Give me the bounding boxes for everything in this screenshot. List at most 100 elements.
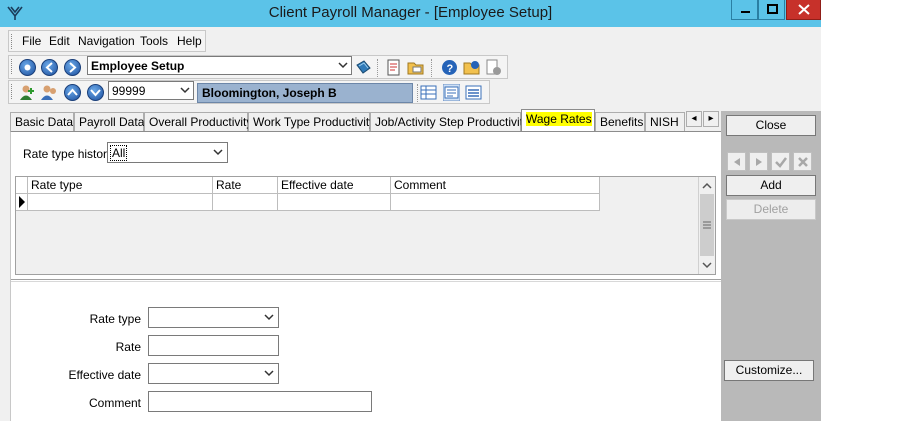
previous-button[interactable] (727, 152, 746, 171)
effective-date-select[interactable] (148, 363, 279, 384)
triangle-left-icon (734, 158, 740, 166)
grid-vertical-scrollbar[interactable] (698, 177, 715, 274)
chevron-left-icon: ◂ (691, 113, 697, 124)
tab-scroll-right-button[interactable]: ▸ (703, 111, 719, 127)
minimize-button[interactable] (731, 0, 758, 20)
grip-handle[interactable] (11, 84, 14, 99)
column-header-rate-type[interactable]: Rate type (28, 177, 213, 194)
tab-work-type-productivity[interactable]: Work Type Productivity (248, 112, 375, 132)
previous-record-button[interactable] (64, 84, 81, 101)
employee-id-value: 99999 (112, 84, 146, 98)
svg-text:?: ? (447, 63, 454, 75)
home-button[interactable] (19, 59, 36, 76)
rate-type-label: Rate type (89, 312, 141, 326)
rate-type-history-select[interactable]: All (107, 142, 228, 163)
report-icon[interactable] (385, 59, 402, 76)
rate-label: Rate (115, 340, 141, 354)
table-cell[interactable] (213, 194, 278, 211)
help-icon[interactable]: ? (441, 59, 458, 76)
maximize-button[interactable] (758, 0, 785, 20)
arrow-right-icon (69, 62, 77, 73)
comment-input[interactable] (148, 391, 372, 412)
add-button[interactable]: Add (726, 175, 816, 196)
rate-type-select[interactable] (148, 307, 279, 328)
current-row-arrow-icon (19, 196, 25, 208)
list-view-icon[interactable] (465, 84, 482, 101)
table-cell[interactable] (391, 194, 600, 211)
app-chrome: File Edit Navigation Tools Help Employee… (0, 27, 821, 111)
tab-scroll-left-button[interactable]: ◂ (686, 111, 702, 127)
delete-button[interactable]: Delete (726, 199, 816, 220)
form-view-icon[interactable] (443, 84, 460, 101)
cancel-button[interactable] (793, 152, 812, 171)
column-header-comment[interactable]: Comment (391, 177, 600, 194)
tab-job-activity-step-productivity[interactable]: Job/Activity Step Productivity (370, 112, 529, 132)
tab-payroll-data[interactable]: Payroll Data (74, 112, 144, 132)
minimize-icon (741, 11, 750, 13)
menu-bar: File Edit Navigation Tools Help (8, 30, 206, 52)
tab-benefits[interactable]: Benefits (595, 112, 645, 132)
toolbar-separator (417, 84, 418, 102)
tab-label: Payroll Data (79, 115, 145, 129)
tab-label: Work Type Productivity (253, 115, 376, 129)
maximize-icon (767, 4, 778, 14)
menu-file[interactable]: File (22, 34, 41, 48)
open-book-icon[interactable] (355, 59, 372, 76)
main-content: Basic Data Payroll Data Overall Producti… (0, 109, 722, 421)
chevron-down-icon[interactable] (700, 258, 714, 272)
add-employee-icon[interactable] (19, 84, 36, 101)
folder-help-icon[interactable] (463, 59, 480, 76)
next-record-button[interactable] (87, 84, 104, 101)
table-cell[interactable] (278, 194, 391, 211)
desktop-background (821, 0, 905, 421)
menu-navigation[interactable]: Navigation (78, 34, 135, 48)
tab-label: Job/Activity Step Productivity (375, 115, 530, 129)
save-button[interactable] (771, 152, 790, 171)
rate-input[interactable] (148, 335, 279, 356)
customize-button[interactable]: Customize... (724, 360, 814, 381)
menu-help[interactable]: Help (177, 34, 202, 48)
grip-handle[interactable] (11, 34, 14, 49)
next-button[interactable] (749, 152, 768, 171)
scrollbar-thumb[interactable] (700, 194, 714, 256)
back-button[interactable] (41, 59, 58, 76)
wage-rates-grid: Rate type Rate Effective date Comment (15, 176, 716, 275)
menu-tools[interactable]: Tools (140, 34, 168, 48)
chevron-down-icon (213, 149, 223, 156)
chevron-right-icon: ▸ (708, 113, 714, 124)
folder-icon[interactable] (407, 59, 424, 76)
arrow-down-icon (90, 89, 101, 97)
tab-label: Wage Rates (526, 112, 592, 126)
forward-button[interactable] (64, 59, 81, 76)
tab-nish[interactable]: NISH (645, 112, 685, 132)
column-header-effective-date[interactable]: Effective date (278, 177, 391, 194)
page-settings-icon[interactable] (485, 59, 502, 76)
menu-edit[interactable]: Edit (49, 34, 70, 48)
employee-group-icon[interactable] (41, 84, 58, 101)
close-icon (798, 4, 810, 15)
toolbar-separator (377, 59, 378, 77)
grip-handle[interactable] (11, 59, 14, 74)
column-header-rate[interactable]: Rate (213, 177, 278, 194)
screen-select-value: Employee Setup (91, 59, 185, 73)
grid-view-icon[interactable] (420, 84, 437, 101)
comment-label: Comment (88, 396, 141, 410)
close-button[interactable]: Close (726, 115, 816, 136)
checkmark-icon (775, 157, 787, 168)
table-cell[interactable] (28, 194, 213, 211)
tab-label: NISH (650, 115, 679, 129)
grip-lines-icon (703, 221, 711, 229)
employee-id-select[interactable]: 99999 (108, 81, 194, 100)
window-title: Client Payroll Manager - [Employee Setup… (268, 4, 553, 21)
chevron-up-icon[interactable] (700, 179, 714, 193)
screen-select[interactable]: Employee Setup (87, 56, 352, 75)
close-window-button[interactable] (786, 0, 821, 20)
tab-label: Basic Data (15, 115, 74, 129)
tab-wage-rates[interactable]: Wage Rates (521, 109, 595, 132)
tab-overall-productivity[interactable]: Overall Productivity (144, 112, 252, 132)
row-indicator[interactable] (16, 194, 28, 211)
effective-date-label: Effective date (68, 368, 142, 382)
splitter[interactable] (11, 279, 722, 282)
chevron-down-icon (264, 314, 274, 321)
tab-basic-data[interactable]: Basic Data (10, 112, 74, 132)
